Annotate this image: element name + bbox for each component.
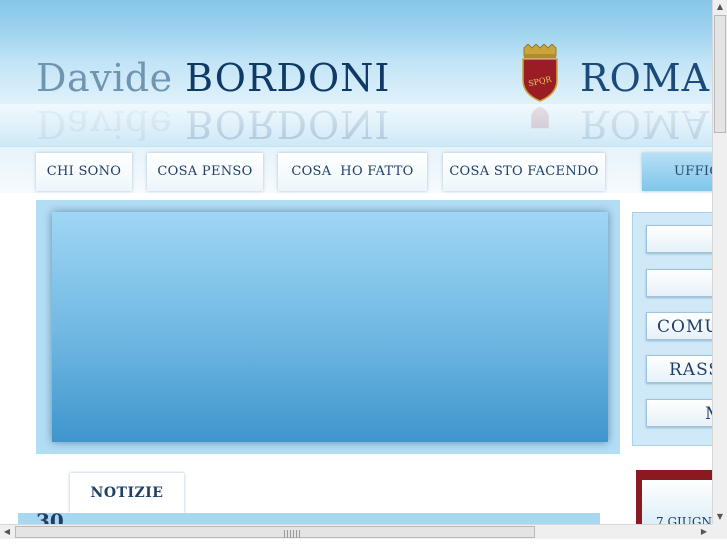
page-viewport: Davide BORDONI Davide BORDONI SPQR ROMA … [0, 0, 712, 524]
scroll-left-icon[interactable]: ◀ [0, 525, 14, 539]
scroll-up-icon[interactable]: ▲ [713, 0, 727, 14]
rome-emblem-icon: SPQR [522, 44, 558, 102]
sidebar-button-2[interactable] [646, 269, 712, 297]
news-strip [18, 513, 600, 524]
sidebar-button-rassegna[interactable]: RASS [646, 355, 712, 383]
news-date: 30 [36, 509, 64, 524]
sidebar-button-m[interactable]: M [646, 399, 712, 427]
scroll-down-icon[interactable]: ▼ [713, 510, 727, 524]
hero-banner [52, 212, 608, 442]
tab-chi-sono[interactable]: CHI SONO [36, 153, 132, 191]
sidebar-button-1[interactable] [646, 225, 712, 253]
window-bottom-edge [0, 539, 727, 545]
news-side-date: 7 GIUGN [656, 515, 712, 524]
vertical-scroll-thumb[interactable] [714, 15, 726, 133]
tab-uffici[interactable]: UFFICI [642, 153, 712, 191]
news-tab[interactable]: NOTIZIE [70, 473, 184, 513]
tab-cosa-penso[interactable]: COSA PENSO [147, 153, 263, 191]
title-last-name: BORDONI [185, 56, 391, 100]
horizontal-scrollbar[interactable]: ◀ ▶ [0, 524, 712, 539]
sidebar-button-comunicati[interactable]: COMU [646, 312, 712, 340]
site-header: Davide BORDONI Davide BORDONI SPQR ROMA … [0, 0, 712, 146]
scroll-grip-icon [284, 530, 302, 538]
tab-cosa-sto-facendo[interactable]: COSA STO FACENDO [443, 153, 605, 191]
scroll-right-icon[interactable]: ▶ [697, 525, 711, 539]
title-first-name: Davide [36, 56, 173, 100]
vertical-scrollbar[interactable]: ▲ ▼ [712, 0, 727, 524]
city-name: ROMA [580, 56, 711, 100]
tab-cosa-ho-fatto[interactable]: COSA HO FATTO [278, 153, 427, 191]
horizontal-scroll-thumb[interactable] [15, 526, 535, 538]
header-shine [0, 104, 712, 146]
site-title: Davide BORDONI [36, 56, 390, 100]
